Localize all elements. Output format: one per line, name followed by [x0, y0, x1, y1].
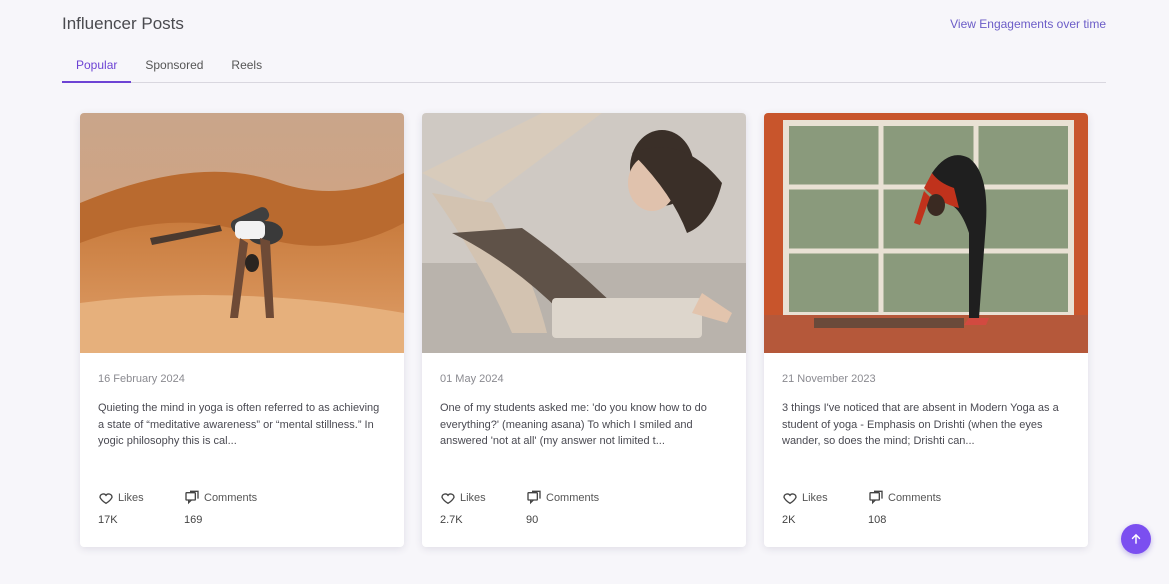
likes-stat[interactable]: Likes: [782, 490, 828, 506]
comment-icon: [185, 490, 199, 505]
post-tabs: Popular Sponsored Reels: [62, 50, 1106, 83]
tab-popular[interactable]: Popular: [62, 50, 132, 83]
heart-icon: [99, 493, 113, 505]
heart-icon: [441, 493, 455, 505]
post-card[interactable]: 01 May 2024 One of my students asked me:…: [422, 113, 746, 547]
post-card[interactable]: 21 November 2023 3 things I've noticed t…: [764, 113, 1088, 547]
likes-stat[interactable]: Likes: [98, 490, 144, 506]
post-caption: 3 things I've noticed that are absent in…: [782, 402, 1059, 447]
post-caption: One of my students asked me: 'do you kno…: [440, 402, 707, 447]
scroll-to-top-button[interactable]: [1121, 524, 1151, 554]
comment-icon: [527, 490, 541, 505]
likes-stat[interactable]: Likes: [440, 490, 486, 506]
comments-count: 108: [868, 514, 887, 526]
likes-count: 2K: [782, 514, 796, 526]
heart-icon: [783, 493, 797, 505]
post-caption: Quieting the mind in yoga is often refer…: [98, 402, 380, 447]
comments-stat[interactable]: Comments: [868, 490, 941, 506]
comments-count: 169: [184, 514, 203, 526]
comments-stat[interactable]: Comments: [184, 490, 257, 506]
post-date: 21 November 2023: [782, 373, 876, 385]
post-date: 16 February 2024: [98, 373, 185, 385]
comments-stat[interactable]: Comments: [526, 490, 599, 506]
section-title: Influencer Posts: [62, 14, 184, 33]
likes-label: Likes: [802, 492, 828, 504]
post-image[interactable]: [422, 113, 746, 353]
comments-label: Comments: [888, 492, 942, 504]
comment-icon: [869, 490, 883, 505]
tab-reels[interactable]: Reels: [217, 50, 276, 82]
comments-label: Comments: [546, 492, 600, 504]
likes-label: Likes: [460, 492, 486, 504]
section-header: Influencer Posts View Engagements over t…: [62, 14, 1106, 34]
likes-count: 17K: [98, 514, 118, 526]
comments-label: Comments: [204, 492, 258, 504]
arrow-up-icon: [1131, 534, 1141, 544]
post-image[interactable]: [80, 113, 404, 353]
comments-count: 90: [526, 514, 539, 526]
tab-sponsored[interactable]: Sponsored: [131, 50, 217, 82]
post-image[interactable]: [764, 113, 1088, 353]
likes-count: 2.7K: [440, 514, 463, 526]
post-card[interactable]: 16 February 2024 Quieting the mind in yo…: [80, 113, 404, 547]
likes-label: Likes: [118, 492, 144, 504]
view-engagements-link[interactable]: View Engagements over time: [950, 17, 1106, 31]
post-date: 01 May 2024: [440, 373, 504, 385]
